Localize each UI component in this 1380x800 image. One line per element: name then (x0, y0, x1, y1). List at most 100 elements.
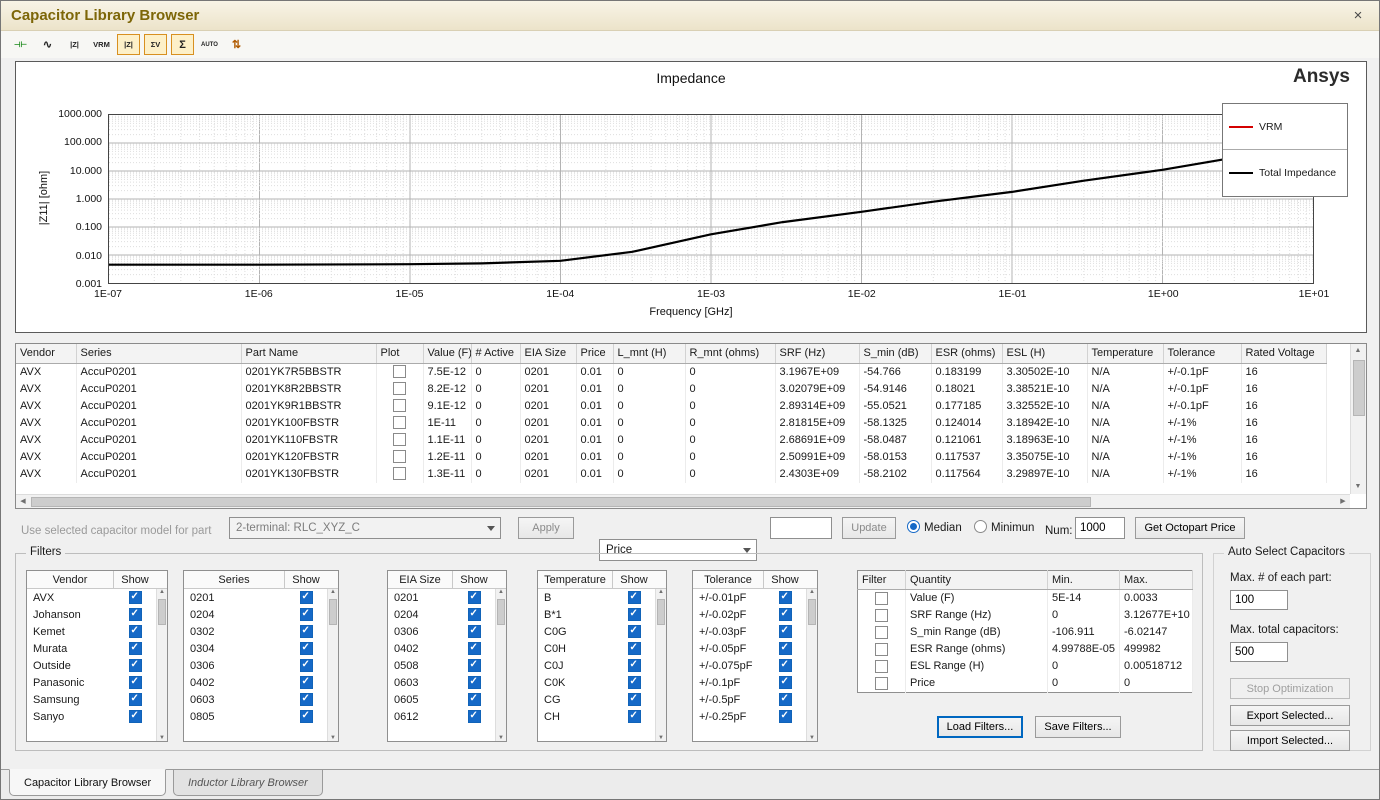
metric-value-field[interactable] (770, 517, 832, 539)
apply-button[interactable]: Apply (518, 517, 574, 539)
scroll-down-icon[interactable]: ▼ (328, 735, 338, 741)
filter-item[interactable]: 0302 (184, 623, 338, 640)
get-octopart-price-button[interactable]: Get Octopart Price (1135, 517, 1245, 539)
filter-item[interactable]: 0605 (388, 691, 506, 708)
filter-item[interactable]: 0603 (184, 691, 338, 708)
filter-item[interactable]: +/-0.01pF (693, 589, 817, 606)
num-field[interactable] (1075, 517, 1125, 539)
scroll-down-icon[interactable]: ▼ (496, 735, 506, 741)
show-column-header[interactable]: Show (453, 571, 495, 588)
show-checkbox[interactable] (779, 625, 792, 638)
column-header[interactable]: Min. (1048, 571, 1120, 590)
column-header[interactable]: Temperature (1087, 344, 1163, 363)
sum-impedance-icon[interactable]: Σ (171, 34, 194, 55)
column-header[interactable]: L_mnt (H) (613, 344, 685, 363)
show-checkbox[interactable] (129, 693, 142, 706)
show-checkbox[interactable] (628, 642, 641, 655)
filter-item[interactable]: AVX (27, 589, 167, 606)
filter-item[interactable]: 0204 (388, 606, 506, 623)
column-header[interactable]: Max. (1120, 571, 1193, 590)
show-checkbox[interactable] (468, 642, 481, 655)
show-column-header[interactable]: Show (764, 571, 806, 588)
show-checkbox[interactable] (300, 608, 313, 621)
filter-enable-checkbox[interactable] (875, 626, 888, 639)
plot-checkbox[interactable] (393, 365, 406, 378)
plot-checkbox[interactable] (393, 416, 406, 429)
filter-enable-checkbox[interactable] (875, 677, 888, 690)
show-checkbox[interactable] (628, 710, 641, 723)
table-row[interactable]: AVXAccuP02010201YK110FBSTR1.1E-11002010.… (16, 432, 1326, 449)
horizontal-scroll-thumb[interactable] (31, 497, 1091, 507)
filter-item[interactable]: 0402 (184, 674, 338, 691)
filter-item[interactable]: +/-0.075pF (693, 657, 817, 674)
filter-enable-checkbox[interactable] (875, 643, 888, 656)
show-checkbox[interactable] (628, 676, 641, 689)
z-target-icon[interactable]: |Z| (117, 34, 140, 55)
save-filters-button[interactable]: Save Filters... (1035, 716, 1121, 738)
column-header[interactable]: Plot (376, 344, 423, 363)
filter-item[interactable]: 0306 (388, 623, 506, 640)
max-each-field[interactable] (1230, 590, 1288, 610)
show-checkbox[interactable] (628, 591, 641, 604)
quantity-row[interactable]: S_min Range (dB)-106.911-6.02147 (858, 624, 1193, 641)
table-row[interactable]: AVXAccuP02010201YK8R2BBSTR8.2E-12002010.… (16, 381, 1326, 398)
filter-item[interactable]: 0805 (184, 708, 338, 725)
filter-item[interactable]: 0612 (388, 708, 506, 725)
show-checkbox[interactable] (468, 625, 481, 638)
filter-item[interactable]: +/-0.03pF (693, 623, 817, 640)
table-row[interactable]: AVXAccuP02010201YK130FBSTR1.3E-11002010.… (16, 466, 1326, 483)
column-header[interactable]: Quantity (906, 571, 1048, 590)
filter-list-vendor[interactable]: VendorShowAVXJohansonKemetMurataOutsideP… (26, 570, 168, 742)
filter-item[interactable]: C0H (538, 640, 666, 657)
scroll-down-icon[interactable]: ▼ (1351, 480, 1365, 494)
plot-checkbox[interactable] (393, 433, 406, 446)
column-header[interactable]: S_min (dB) (859, 344, 931, 363)
column-header[interactable]: Series (76, 344, 241, 363)
filter-list-scrollbar[interactable]: ▲▼ (495, 589, 506, 741)
column-header[interactable]: Value (F) (423, 344, 471, 363)
filter-item[interactable]: 0603 (388, 674, 506, 691)
show-checkbox[interactable] (779, 693, 792, 706)
filter-list-header[interactable]: Temperature (538, 571, 613, 588)
filter-item[interactable]: B*1 (538, 606, 666, 623)
show-checkbox[interactable] (628, 625, 641, 638)
table-row[interactable]: AVXAccuP02010201YK7R5BBSTR7.5E-12002010.… (16, 363, 1326, 381)
vrm-target-icon[interactable]: ΣV (144, 34, 167, 55)
parts-table[interactable]: VendorSeriesPart NamePlotValue (F)# Acti… (16, 344, 1327, 483)
quantity-row[interactable]: SRF Range (Hz)03.12677E+10 (858, 607, 1193, 624)
filter-list-header[interactable]: Series (184, 571, 285, 588)
column-header[interactable]: EIA Size (520, 344, 576, 363)
scroll-thumb[interactable] (158, 599, 166, 625)
filter-item[interactable]: CH (538, 708, 666, 725)
filter-item[interactable]: Outside (27, 657, 167, 674)
part-model-combo[interactable]: 2-terminal: RLC_XYZ_C (229, 517, 501, 539)
scroll-thumb[interactable] (808, 599, 816, 625)
auto-select-icon[interactable]: AUTO (198, 34, 221, 55)
scroll-thumb[interactable] (497, 599, 505, 625)
scroll-up-icon[interactable]: ▲ (328, 589, 338, 595)
filter-list-header[interactable]: Tolerance (693, 571, 764, 588)
scroll-up-icon[interactable]: ▲ (1351, 344, 1365, 358)
show-column-header[interactable]: Show (613, 571, 655, 588)
show-checkbox[interactable] (468, 608, 481, 621)
scroll-down-icon[interactable]: ▼ (157, 735, 167, 741)
filter-item[interactable]: +/-0.1pF (693, 674, 817, 691)
table-row[interactable]: AVXAccuP02010201YK9R1BBSTR9.1E-12002010.… (16, 398, 1326, 415)
filter-item[interactable]: +/-0.25pF (693, 708, 817, 725)
column-header[interactable]: R_mnt (ohms) (685, 344, 775, 363)
filter-list-series[interactable]: SeriesShow020102040302030403060402060308… (183, 570, 339, 742)
close-icon[interactable]: × (1347, 7, 1369, 24)
show-checkbox[interactable] (779, 642, 792, 655)
filter-list-tolerance[interactable]: ToleranceShow+/-0.01pF+/-0.02pF+/-0.03pF… (692, 570, 818, 742)
show-checkbox[interactable] (300, 642, 313, 655)
show-checkbox[interactable] (779, 710, 792, 723)
sort-parts-icon[interactable]: ⇅ (225, 34, 248, 55)
filter-item[interactable]: 0402 (388, 640, 506, 657)
show-checkbox[interactable] (779, 676, 792, 689)
filter-item[interactable]: Murata (27, 640, 167, 657)
vrm-plot-icon[interactable]: VRM (90, 34, 113, 55)
show-checkbox[interactable] (779, 659, 792, 672)
filter-list-header[interactable]: Vendor (27, 571, 114, 588)
filter-list-eia-size[interactable]: EIA SizeShow0201020403060402050806030605… (387, 570, 507, 742)
filter-list-temperature[interactable]: TemperatureShowBB*1C0GC0HC0JC0KCGCH▲▼ (537, 570, 667, 742)
